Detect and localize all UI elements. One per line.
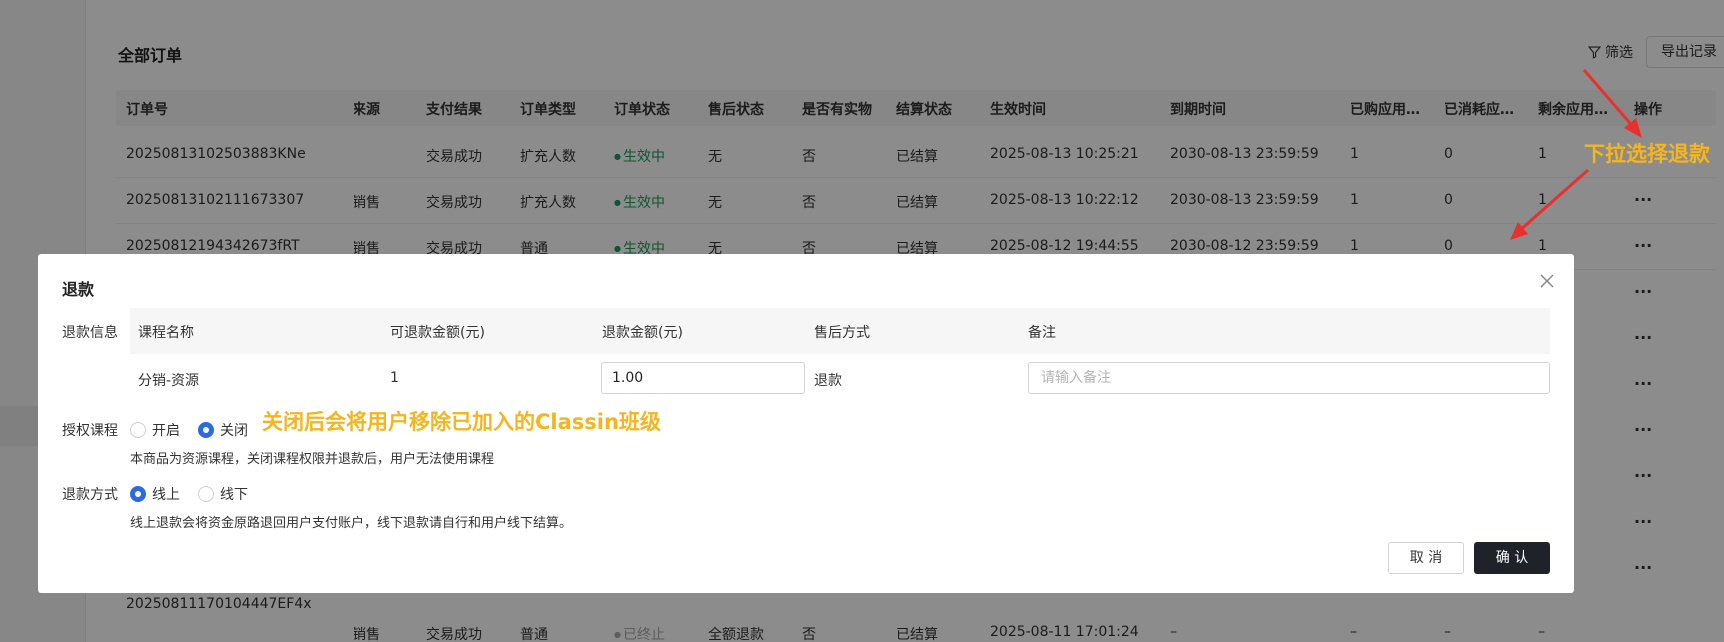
close-icon[interactable]: [1536, 270, 1558, 292]
refund-modal: 退款 退款信息 课程名称 可退款金额(元) 退款金额(元) 售后方式 备注 分销…: [38, 254, 1574, 593]
refund-online-radio[interactable]: 线上: [130, 484, 180, 504]
annotation-dropdown-tip: 下拉选择退款: [1584, 142, 1710, 166]
refund-info-label: 退款信息: [62, 325, 118, 341]
modal-title: 退款: [62, 280, 95, 299]
radio-circle: [198, 422, 214, 438]
course-name: 分销-资源: [138, 373, 200, 389]
col-remark: 备注: [1028, 325, 1056, 341]
radio-label: 开启: [152, 423, 180, 439]
cancel-button[interactable]: 取 消: [1388, 542, 1464, 574]
radio-label: 关闭: [220, 423, 248, 439]
confirm-button[interactable]: 确 认: [1474, 542, 1550, 574]
radio-circle: [198, 486, 214, 502]
refundable-amount: 1: [390, 370, 399, 386]
refund-method-hint: 线上退款会将资金原路退回用户支付账户，线下退款请自行和用户线下结算。: [130, 516, 573, 531]
radio-circle: [130, 486, 146, 502]
radio-circle: [130, 422, 146, 438]
auth-course-off-radio[interactable]: 关闭: [198, 420, 248, 440]
col-course-name: 课程名称: [138, 325, 194, 341]
auth-course-on-radio[interactable]: 开启: [130, 420, 180, 440]
refund-offline-radio[interactable]: 线下: [198, 484, 248, 504]
remark-input[interactable]: [1028, 362, 1550, 394]
auth-course-label: 授权课程: [62, 423, 118, 439]
refund-amount-input[interactable]: [601, 362, 805, 394]
col-after-sale-method: 售后方式: [814, 325, 870, 341]
auth-course-hint: 本商品为资源课程，关闭课程权限并退款后，用户无法使用课程: [130, 452, 495, 467]
refund-table-header: 课程名称 可退款金额(元) 退款金额(元) 售后方式 备注: [130, 308, 1550, 354]
col-refundable: 可退款金额(元): [390, 325, 485, 341]
refund-method-label: 退款方式: [62, 487, 118, 503]
radio-label: 线下: [220, 487, 248, 503]
annotation-classin-tip: 关闭后会将用户移除已加入的Classin班级: [262, 410, 661, 434]
after-sale-method: 退款: [814, 373, 842, 389]
radio-label: 线上: [152, 487, 180, 503]
col-refund-amount: 退款金额(元): [602, 325, 683, 341]
